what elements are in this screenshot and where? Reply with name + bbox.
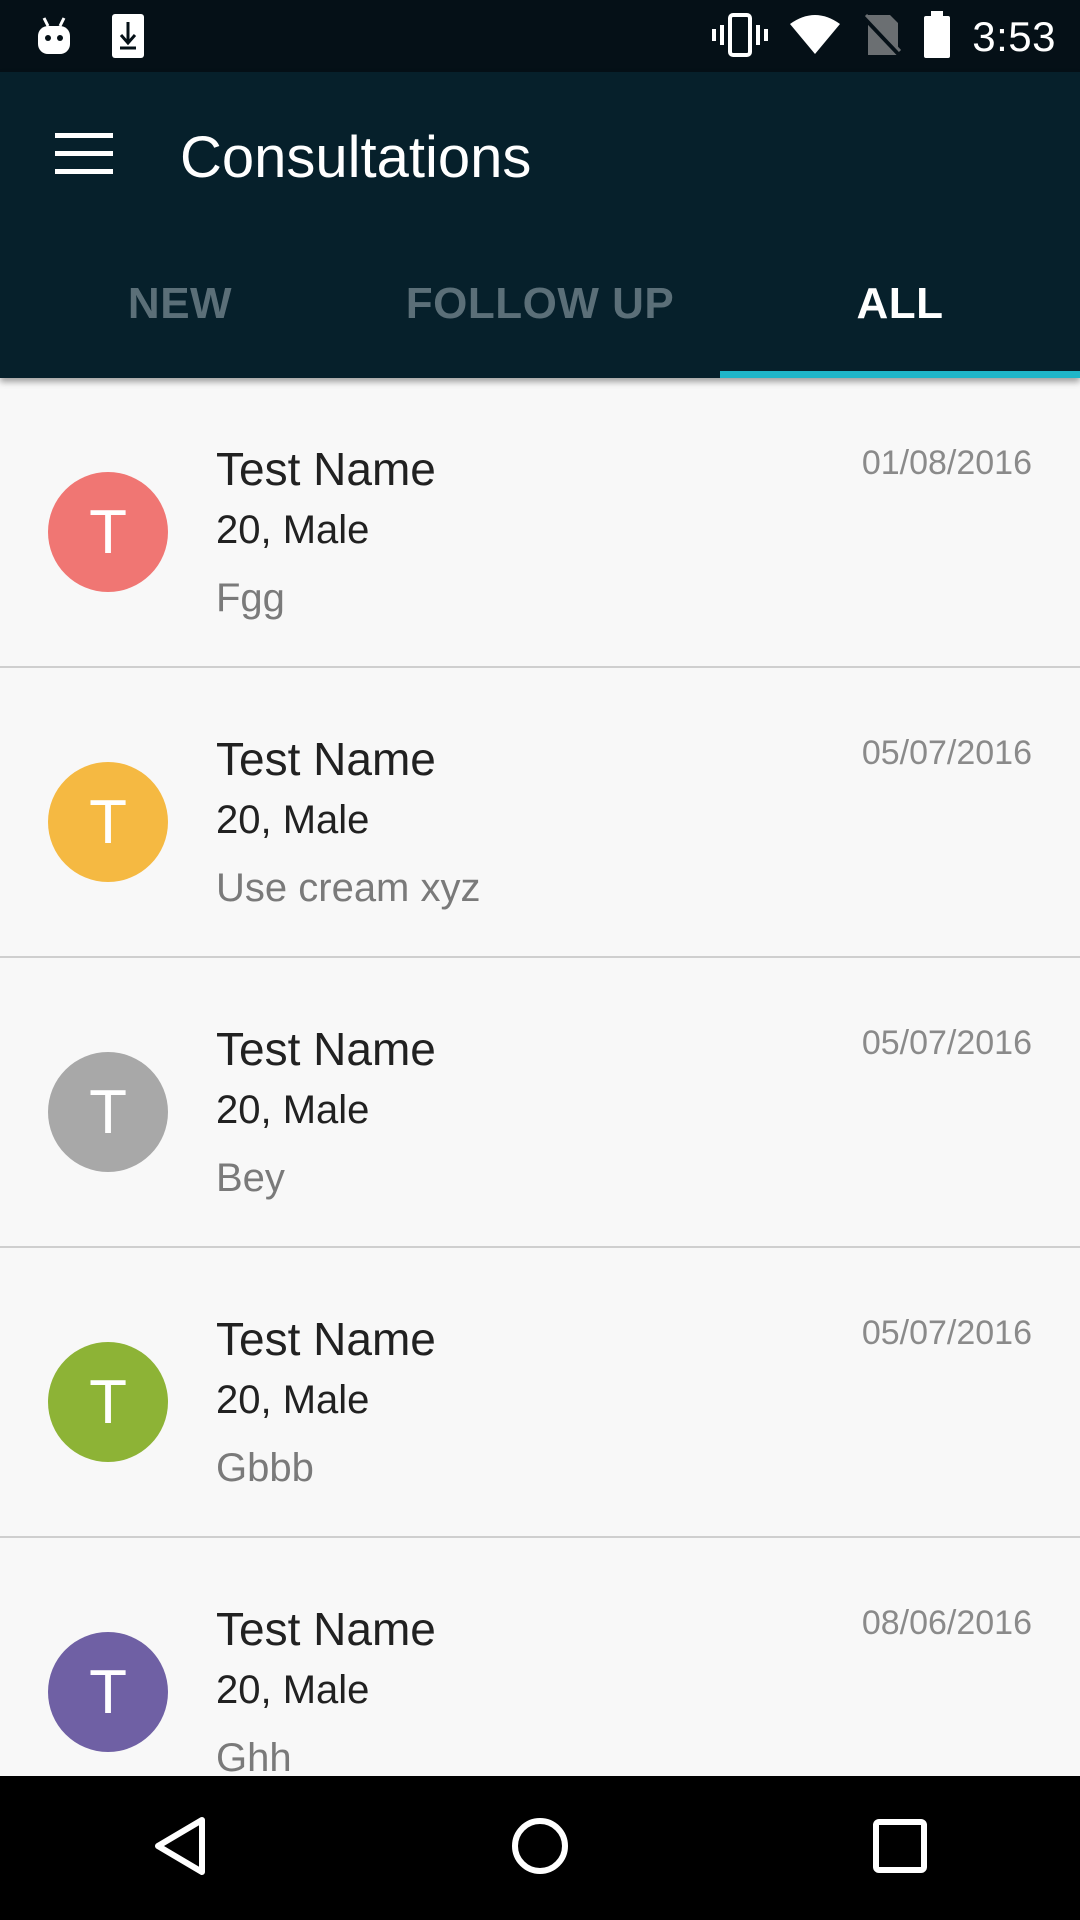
tab-label: FOLLOW UP — [405, 279, 675, 328]
navigation-bar — [0, 1776, 1080, 1920]
status-right-icons: 3:53 — [712, 8, 1056, 66]
avatar: T — [48, 1052, 168, 1172]
wifi-icon — [788, 14, 842, 61]
avatar: T — [48, 472, 168, 592]
tab-bar: NEW FOLLOW UP ALL — [0, 230, 1080, 378]
android-icon — [34, 14, 74, 63]
consultation-list[interactable]: T Test Name 20, Male Fgg 01/08/2016 T Te… — [0, 378, 1080, 1776]
battery-icon — [922, 10, 952, 64]
tab-all[interactable]: ALL — [720, 230, 1080, 378]
hamburger-menu-icon — [55, 132, 113, 180]
consultation-note: Gbbb — [216, 1446, 314, 1490]
consultation-date: 05/07/2016 — [861, 734, 1032, 772]
avatar: T — [48, 1632, 168, 1752]
avatar-initial: T — [89, 787, 127, 857]
back-button[interactable] — [120, 1788, 240, 1908]
list-item[interactable]: T Test Name 20, Male Gbbb 05/07/2016 — [0, 1248, 1080, 1538]
page-title: Consultations — [180, 125, 532, 190]
consultation-note: Fgg — [216, 576, 285, 620]
patient-info: 20, Male — [216, 1088, 370, 1132]
back-icon — [152, 1816, 208, 1881]
list-item[interactable]: T Test Name 20, Male Ghh 08/06/2016 — [0, 1538, 1080, 1776]
consultation-date: 05/07/2016 — [861, 1024, 1032, 1062]
menu-button[interactable] — [40, 112, 128, 200]
consultation-date: 05/07/2016 — [861, 1314, 1032, 1352]
download-icon — [110, 12, 146, 65]
tab-new[interactable]: NEW — [0, 230, 360, 378]
clock: 3:53 — [972, 13, 1056, 60]
recents-icon — [872, 1818, 928, 1879]
list-item[interactable]: T Test Name 20, Male Bey 05/07/2016 — [0, 958, 1080, 1248]
avatar-initial: T — [89, 1077, 127, 1147]
home-icon — [510, 1816, 570, 1881]
no-sim-icon — [862, 13, 903, 62]
patient-name: Test Name — [216, 1313, 436, 1365]
tab-label: ALL — [856, 279, 944, 328]
consultation-date: 01/08/2016 — [861, 444, 1032, 482]
avatar-initial: T — [89, 1657, 127, 1727]
avatar-initial: T — [89, 497, 127, 567]
recents-button[interactable] — [840, 1788, 960, 1908]
list-item[interactable]: T Test Name 20, Male Use cream xyz 05/07… — [0, 668, 1080, 958]
consultation-note: Use cream xyz — [216, 866, 481, 910]
consultation-note: Bey — [216, 1156, 285, 1200]
tab-label: NEW — [127, 279, 233, 328]
avatar: T — [48, 762, 168, 882]
patient-name: Test Name — [216, 443, 436, 495]
list-item[interactable]: T Test Name 20, Male Fgg 01/08/2016 — [0, 378, 1080, 668]
patient-name: Test Name — [216, 1023, 436, 1075]
tab-follow-up[interactable]: FOLLOW UP — [360, 230, 720, 378]
patient-info: 20, Male — [216, 1668, 370, 1712]
patient-info: 20, Male — [216, 798, 370, 842]
app-bar: Consultations NEW FOLLOW UP ALL — [0, 72, 1080, 378]
consultation-date: 08/06/2016 — [861, 1604, 1032, 1642]
tab-indicator — [720, 371, 1080, 378]
avatar-initial: T — [89, 1367, 127, 1437]
patient-name: Test Name — [216, 1603, 436, 1655]
avatar: T — [48, 1342, 168, 1462]
patient-name: Test Name — [216, 733, 436, 785]
home-button[interactable] — [480, 1788, 600, 1908]
consultation-note: Ghh — [216, 1736, 292, 1776]
patient-info: 20, Male — [216, 1378, 370, 1422]
patient-info: 20, Male — [216, 508, 370, 552]
vibrate-icon — [712, 12, 769, 62]
status-bar: 3:53 — [0, 0, 1080, 72]
status-left-icons — [34, 12, 146, 65]
